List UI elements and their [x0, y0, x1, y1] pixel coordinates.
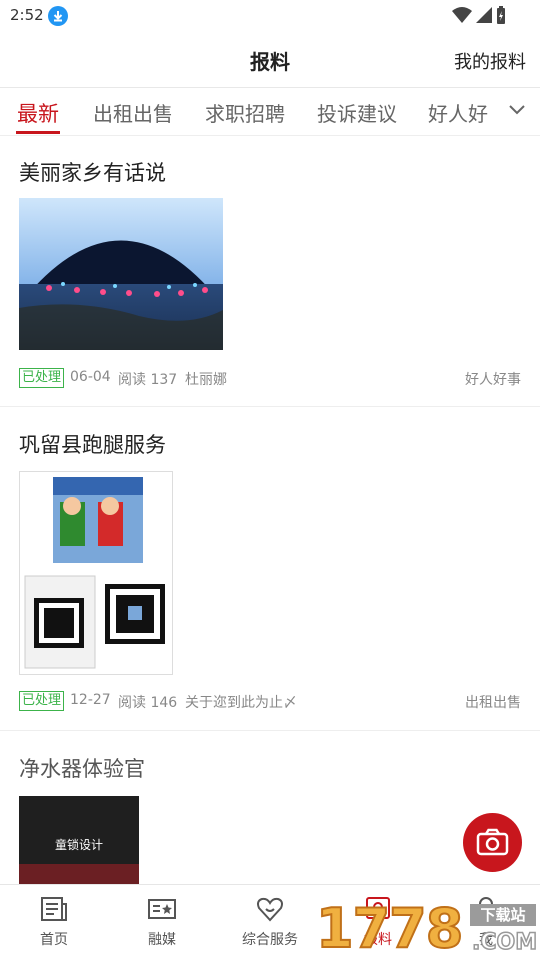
post-meta: 已处理 12-27 阅读 146 关于迩到此为止〆 出租出售 [19, 691, 521, 711]
post-meta: 已处理 06-04 阅读 137 杜丽娜 好人好事 [19, 368, 521, 388]
post-card[interactable]: 巩留县跑腿服务 已处理 12-27 阅读 146 关于迩到此为止〆 出租出售 [0, 407, 540, 731]
tab-rent-sale[interactable]: 出租出售 [93, 98, 173, 127]
signal-icon [476, 7, 492, 23]
post-reads: 阅读 146 [118, 695, 178, 711]
news-icon [41, 897, 67, 921]
post-category[interactable]: 好人好事 [465, 369, 521, 389]
post-title: 巩留县跑腿服务 [19, 433, 166, 457]
more-tabs-button[interactable] [494, 88, 540, 134]
nav-services[interactable]: 综合服务 [216, 885, 324, 961]
status-bar: 2:52 [0, 0, 540, 32]
post-reads: 阅读 137 [118, 372, 178, 388]
app-header: 报料 我的报料 [0, 32, 540, 88]
camera-icon [476, 828, 509, 856]
tab-latest[interactable]: 最新 [17, 98, 59, 128]
media-icon [148, 899, 176, 919]
nav-home[interactable]: 首页 [0, 885, 108, 961]
status-badge: 已处理 [19, 691, 65, 711]
my-reports-button[interactable]: 我的报料 [454, 48, 526, 74]
nav-label: 融媒 [148, 932, 176, 948]
post-date: 12-27 [70, 692, 111, 708]
tab-complaints[interactable]: 投诉建议 [317, 98, 397, 127]
status-badge: 已处理 [19, 368, 65, 388]
battery-icon [497, 6, 505, 24]
post-image[interactable]: 童锁设计 [19, 796, 139, 884]
download-icon [48, 6, 68, 26]
wifi-icon [452, 7, 472, 23]
status-icons [452, 6, 506, 24]
camera-button[interactable] [463, 813, 522, 872]
category-tabs: 最新 出租出售 求职招聘 投诉建议 好人好 [0, 88, 540, 136]
post-title: 净水器体验官 [19, 757, 145, 781]
watermark-number: 1778 [315, 897, 464, 961]
post-author: 关于迩到此为止〆 [185, 695, 297, 711]
post-category[interactable]: 出租出售 [465, 692, 521, 712]
post-image[interactable] [19, 198, 223, 350]
nav-label: 综合服务 [242, 932, 298, 948]
tab-jobs[interactable]: 求职招聘 [205, 98, 285, 127]
post-date: 06-04 [70, 369, 111, 385]
nav-label: 首页 [40, 932, 68, 948]
tab-indicator [16, 131, 60, 134]
image-caption: 童锁设计 [54, 838, 103, 852]
post-card[interactable]: 美丽家乡有话说 已处理 06-04 阅读 137 杜丽娜 好人好事 [0, 137, 540, 407]
post-card[interactable]: 净水器体验官 童锁设计 [0, 731, 540, 884]
watermark-logo: 1778 下载站 .COM [315, 897, 540, 961]
tab-good-people[interactable]: 好人好 [428, 98, 488, 127]
status-time: 2:52 [10, 6, 44, 24]
post-image[interactable] [19, 471, 173, 675]
post-title: 美丽家乡有话说 [19, 161, 166, 185]
nav-media[interactable]: 融媒 [108, 885, 216, 961]
post-author: 杜丽娜 [185, 372, 227, 388]
watermark-tag: 下载站 [470, 904, 536, 926]
heart-icon [257, 897, 283, 922]
watermark-domain: .COM [471, 929, 538, 956]
chevron-down-icon [509, 105, 525, 115]
